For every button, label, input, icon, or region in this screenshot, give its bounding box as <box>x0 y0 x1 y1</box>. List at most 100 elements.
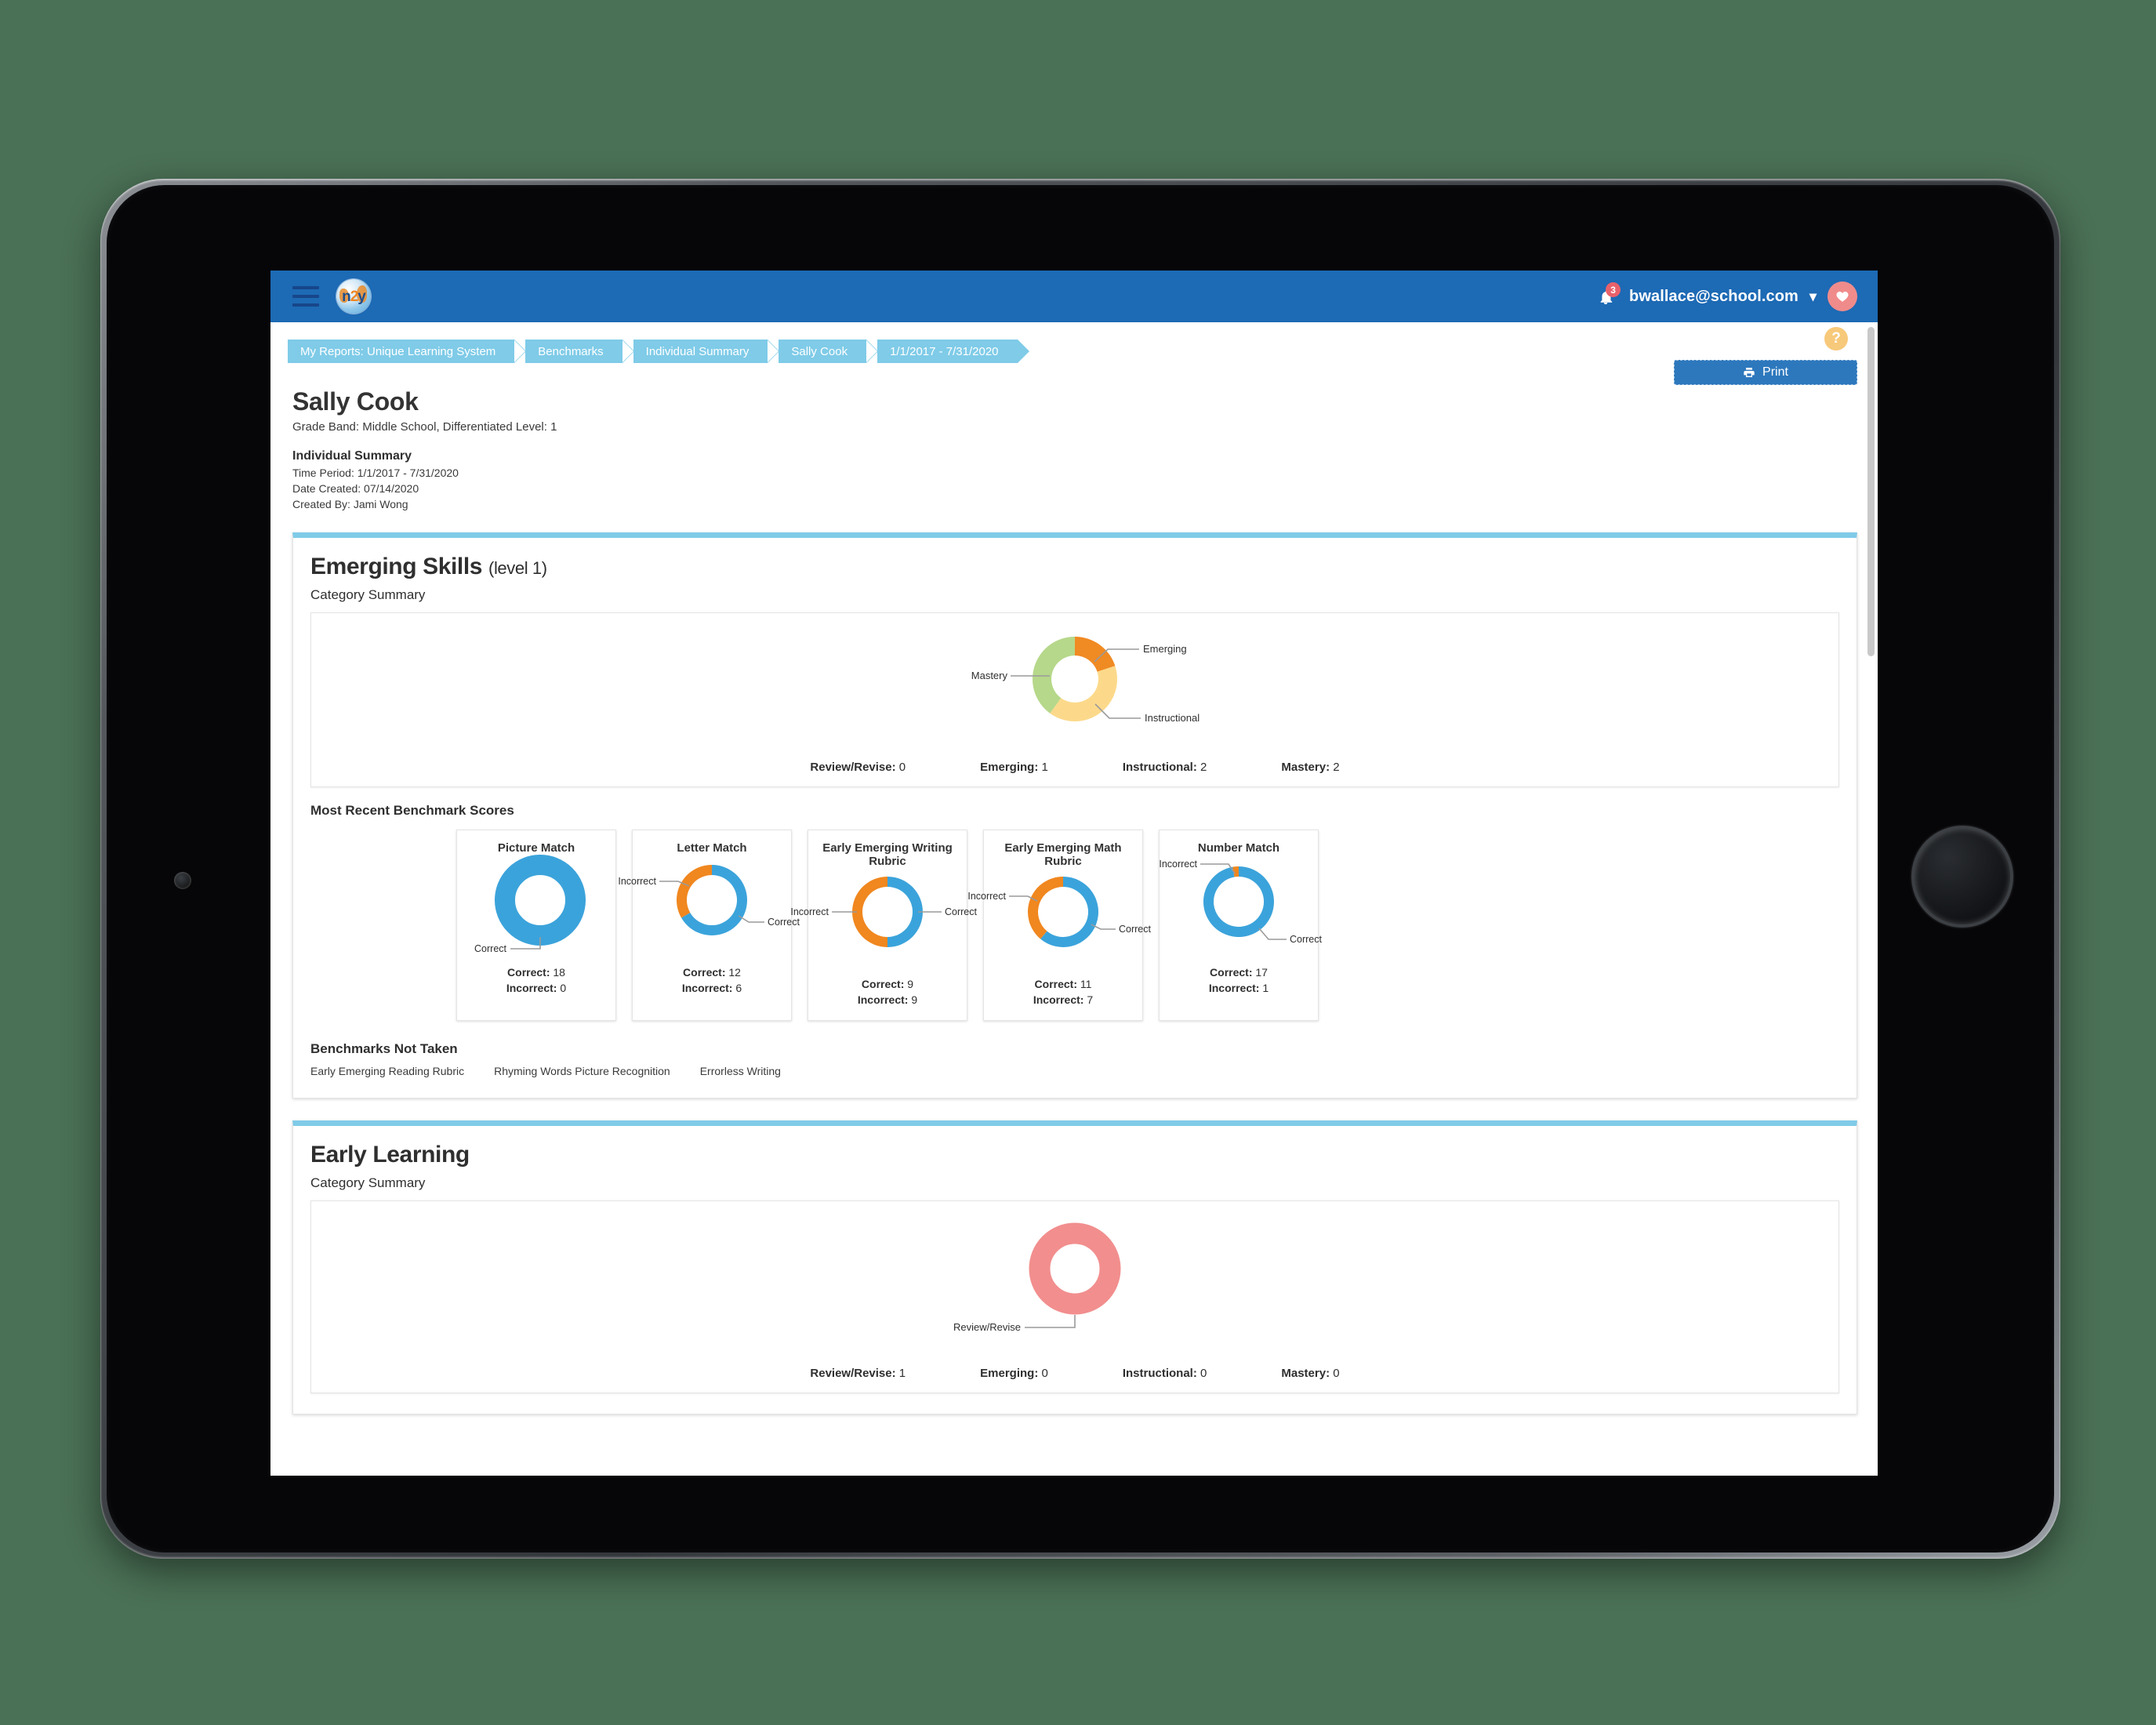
section-card-early-learning: Early Learning Category Summary Review/R… <box>292 1120 1857 1415</box>
chart-early-learning-category-summary: Review/Revise <box>953 1222 1121 1333</box>
incorrect-value: 0 <box>560 982 567 995</box>
report-type-label: Individual Summary <box>292 448 412 463</box>
breadcrumb-bar: My Reports: Unique Learning System Bench… <box>270 322 1878 385</box>
breadcrumb-item-my-reports[interactable]: My Reports: Unique Learning System <box>288 340 527 363</box>
hamburger-menu-icon[interactable] <box>292 286 319 307</box>
section-card-emerging-skills: Emerging Skills (level 1) Category Summa… <box>292 532 1857 1099</box>
legend-mastery: Mastery: 2 <box>1281 761 1339 774</box>
incorrect-value: 6 <box>735 982 742 995</box>
legend-label: Instructional: <box>1122 760 1197 774</box>
benchmark-card-letter-match[interactable]: Letter Match Incorrect Correct Correct: … <box>618 829 800 1022</box>
incorrect-label: Incorrect: <box>1033 993 1084 1007</box>
slice-correct <box>887 876 923 947</box>
legend-label: Review/Revise: <box>810 760 896 774</box>
incorrect-label: Incorrect: <box>681 982 733 995</box>
benchmark-card-values: Correct: 17 Incorrect: 1 <box>1166 964 1312 997</box>
legend-value: 1 <box>898 1367 906 1381</box>
app-viewport: n2y 3 bwallace@school.com ▾ My Reports: … <box>270 271 1878 1476</box>
legend-value: 0 <box>898 760 906 774</box>
label-incorrect: Incorrect <box>790 906 829 917</box>
correct-row: Correct: 9 <box>815 976 960 992</box>
correct-value: 9 <box>907 977 914 990</box>
breadcrumb-label: Sally Cook <box>791 344 848 358</box>
slice-incorrect <box>677 864 712 918</box>
printer-icon <box>1743 366 1755 379</box>
benchmark-card-title: Early Emerging Math Rubric <box>1004 841 1122 868</box>
breadcrumb-label: My Reports: Unique Learning System <box>300 344 496 358</box>
legend-value: 2 <box>1200 760 1207 774</box>
benchmark-card-values: Correct: 11 Incorrect: 7 <box>990 976 1136 1008</box>
home-button[interactable] <box>1911 826 2013 928</box>
label-emerging: Emerging <box>1143 643 1187 655</box>
chart-early-emerging-math-rubric: Incorrect Correct <box>967 876 1152 947</box>
label-review-revise: Review/Revise <box>953 1321 1021 1333</box>
breadcrumb-item-sally-cook[interactable]: Sally Cook <box>779 340 878 363</box>
student-grade-band: Grade Band: Middle School, Differentiate… <box>292 419 557 434</box>
benchmark-score-grid: Picture Match Correct Correct: 18 Incorr… <box>310 829 1839 1022</box>
category-summary-chart-area: Emerging Mastery Instructional <box>311 613 1838 750</box>
notifications-button[interactable]: 3 <box>1595 282 1621 309</box>
correct-row: Correct: 12 <box>639 964 785 980</box>
correct-row: Correct: 18 <box>463 964 609 980</box>
benchmark-card-title: Early Emerging Writing Rubric <box>822 841 953 868</box>
benchmark-card-early-emerging-writing-rubric[interactable]: Early Emerging Writing Rubric Incorrect … <box>790 829 978 1022</box>
benchmark-card-picture-match[interactable]: Picture Match Correct Correct: 18 Incorr… <box>456 829 616 1022</box>
correct-label: Correct: <box>861 977 905 990</box>
incorrect-value: 7 <box>1087 993 1094 1007</box>
benchmark-card-values: Correct: 12 Incorrect: 6 <box>639 964 785 997</box>
chevron-down-icon[interactable]: ▾ <box>1809 289 1817 305</box>
breadcrumb-item-benchmarks[interactable]: Benchmarks <box>525 340 635 363</box>
label-correct: Correct <box>1290 934 1323 945</box>
correct-label: Correct: <box>507 965 550 979</box>
category-summary-label: Category Summary <box>310 586 426 602</box>
legend-value: 0 <box>1333 1367 1340 1381</box>
breadcrumb-label: 1/1/2017 - 7/31/2020 <box>890 344 999 358</box>
chart-letter-match: Incorrect Correct <box>618 864 800 935</box>
correct-label: Correct: <box>683 965 726 979</box>
incorrect-row: Incorrect: 9 <box>815 992 960 1008</box>
correct-row: Correct: 11 <box>990 976 1136 992</box>
slice-instructional <box>1050 666 1117 721</box>
time-period-label: Time Period: 1/1/2017 - 7/31/2020 <box>292 466 459 479</box>
vertical-scrollbar[interactable] <box>1867 327 1875 1465</box>
category-summary-legend: Review/Revise: 0 Emerging: 1 Instruction… <box>311 750 1838 786</box>
legend-label: Mastery: <box>1281 1367 1330 1381</box>
legend-emerging: Emerging: 1 <box>980 761 1048 774</box>
n2y-logo[interactable]: n2y <box>336 279 371 314</box>
chart-number-match: Incorrect Correct <box>1159 859 1322 945</box>
leader-line-review-revise <box>1025 1315 1076 1329</box>
help-icon[interactable]: ? <box>1824 327 1848 350</box>
logo-text-left: n <box>342 288 351 305</box>
correct-value: 18 <box>553 965 565 979</box>
legend-value: 2 <box>1333 760 1340 774</box>
label-correct: Correct <box>945 906 978 917</box>
legend-review-revise: Review/Revise: 1 <box>810 1367 906 1380</box>
benchmark-card-chart: Incorrect Correct <box>618 861 800 960</box>
breadcrumb-item-individual-summary[interactable]: Individual Summary <box>633 340 780 363</box>
breadcrumb-label: Benchmarks <box>538 344 604 358</box>
date-created-label: Date Created: 07/14/2020 <box>292 481 419 495</box>
category-summary-panel: Emerging Mastery Instructional Review/Re… <box>310 612 1839 787</box>
benchmark-card-number-match[interactable]: Number Match Incorrect Correct Correct: … <box>1159 829 1323 1022</box>
chart-emerging-skills-category-summary: Emerging Mastery Instructional <box>971 636 1200 724</box>
slice-correct <box>495 854 586 946</box>
benchmark-card-title: Number Match <box>1197 841 1280 855</box>
section-title-main: Early Learning <box>310 1142 470 1168</box>
correct-value: 11 <box>1080 977 1092 990</box>
incorrect-value: 9 <box>911 993 918 1007</box>
benchmark-card-early-emerging-math-rubric[interactable]: Early Emerging Math Rubric Incorrect Cor… <box>967 829 1152 1022</box>
scrollbar-thumb[interactable] <box>1867 327 1875 656</box>
avatar[interactable] <box>1828 281 1857 311</box>
print-button[interactable]: Print <box>1674 360 1857 385</box>
legend-review-revise: Review/Revise: 0 <box>810 761 906 774</box>
slice-emerging <box>1075 636 1116 672</box>
breadcrumb-item-date-range[interactable]: 1/1/2017 - 7/31/2020 <box>877 340 1030 363</box>
category-summary-panel: Review/Revise Review/Revise: 1 Emerging:… <box>310 1200 1839 1394</box>
benchmark-card-chart: Incorrect Correct <box>790 873 978 971</box>
user-email-label: bwallace@school.com <box>1629 287 1798 305</box>
breadcrumb: My Reports: Unique Learning System Bench… <box>288 340 1878 363</box>
logo-text-mid: 2 <box>350 288 359 305</box>
benchmark-card-values: Correct: 9 Incorrect: 9 <box>815 976 960 1008</box>
section-title-early-learning: Early Learning <box>310 1126 1839 1168</box>
legend-label: Emerging: <box>980 760 1039 774</box>
